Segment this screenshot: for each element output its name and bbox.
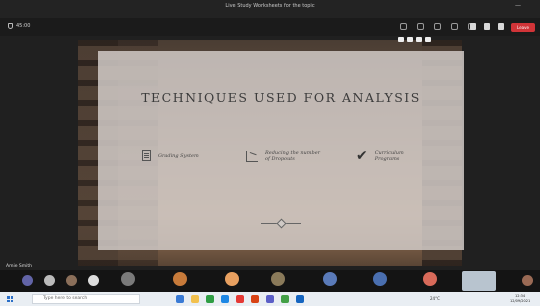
excel-icon[interactable] xyxy=(281,295,289,303)
technique-label: Curriculum Programs xyxy=(374,150,404,162)
participant-strip xyxy=(0,270,540,292)
participant-tile[interactable] xyxy=(158,271,204,291)
avatar xyxy=(323,272,337,286)
technique-item: Grading System xyxy=(142,150,202,161)
avatar xyxy=(423,272,437,286)
window-title: Live Study Worksheets for the topic xyxy=(225,3,315,9)
people-icon[interactable] xyxy=(400,23,407,30)
avatar xyxy=(373,272,387,286)
chat-icon[interactable] xyxy=(417,23,424,30)
minimize-icon[interactable]: — xyxy=(515,2,521,9)
participant-avatar[interactable] xyxy=(66,275,77,286)
camera-icon[interactable] xyxy=(470,23,476,30)
avatar xyxy=(173,272,187,286)
shared-content-stage: TECHNIQUES USED FOR ANALYSIS Grading Sys… xyxy=(0,36,540,270)
file-explorer-icon[interactable] xyxy=(191,295,199,303)
avatar xyxy=(121,272,135,286)
os-taskbar: Type here to search 24°C 12:34 12/09/202… xyxy=(0,292,540,306)
chrome-icon[interactable] xyxy=(236,295,244,303)
meeting-timer: 45:00 xyxy=(8,23,30,29)
document-icon xyxy=(142,150,151,161)
share-icon[interactable] xyxy=(498,23,504,30)
self-video-preview[interactable] xyxy=(462,271,496,291)
technique-label: Grading System xyxy=(158,152,199,159)
title-bar: Live Study Worksheets for the topic — xyxy=(0,0,540,18)
view-icon[interactable] xyxy=(451,23,458,30)
presentation-slide: TECHNIQUES USED FOR ANALYSIS Grading Sys… xyxy=(98,51,464,250)
participant-tile[interactable] xyxy=(106,271,152,291)
sharing-indicator xyxy=(398,37,431,42)
leave-button[interactable]: Leave xyxy=(511,23,535,32)
timer-text: 45:00 xyxy=(16,23,31,29)
participant-avatar[interactable] xyxy=(522,275,533,286)
technique-item: ✔ Curriculum Programs xyxy=(356,147,415,164)
participant-avatar[interactable] xyxy=(44,275,55,286)
taskbar-clock[interactable]: 12:34 12/09/2021 xyxy=(510,294,530,304)
shield-icon xyxy=(8,23,13,29)
reactions-icon[interactable] xyxy=(434,23,441,30)
taskbar-search-input[interactable]: Type here to search xyxy=(32,294,140,304)
meeting-toolbar: 45:00 Leave xyxy=(0,18,540,36)
taskbar-apps xyxy=(176,295,304,303)
presenter-name: Amie Smith xyxy=(6,264,33,269)
chart-icon xyxy=(246,150,258,162)
word-icon[interactable] xyxy=(296,295,304,303)
store-icon[interactable] xyxy=(206,295,214,303)
clock-date: 12/09/2021 xyxy=(510,299,531,303)
mic-icon[interactable] xyxy=(484,23,490,30)
participant-tile[interactable] xyxy=(210,271,256,291)
meeting-controls xyxy=(400,23,475,30)
avatar xyxy=(271,272,285,286)
participant-tile[interactable] xyxy=(408,271,454,291)
avatar xyxy=(225,272,239,286)
system-tray[interactable]: 24°C xyxy=(430,296,440,301)
av-controls xyxy=(470,23,504,30)
technique-item: Reducing the number of Dropouts xyxy=(246,150,323,162)
edge-icon[interactable] xyxy=(221,295,229,303)
teams-icon[interactable] xyxy=(266,295,274,303)
participant-tile[interactable] xyxy=(358,271,404,291)
windows-start-icon[interactable] xyxy=(7,296,13,302)
checkmark-icon: ✔ xyxy=(356,147,368,164)
slide-divider xyxy=(261,223,301,224)
participant-avatar[interactable] xyxy=(88,275,99,286)
task-view-icon[interactable] xyxy=(176,295,184,303)
powerpoint-icon[interactable] xyxy=(251,295,259,303)
raise-hand-icon[interactable] xyxy=(22,275,33,286)
slide-title: TECHNIQUES USED FOR ANALYSIS xyxy=(141,90,421,105)
technique-label: Reducing the number of Dropouts xyxy=(265,150,321,162)
participant-tile[interactable] xyxy=(308,271,354,291)
meeting-window: Live Study Worksheets for the topic — 45… xyxy=(0,0,540,306)
participant-tile[interactable] xyxy=(256,271,302,291)
